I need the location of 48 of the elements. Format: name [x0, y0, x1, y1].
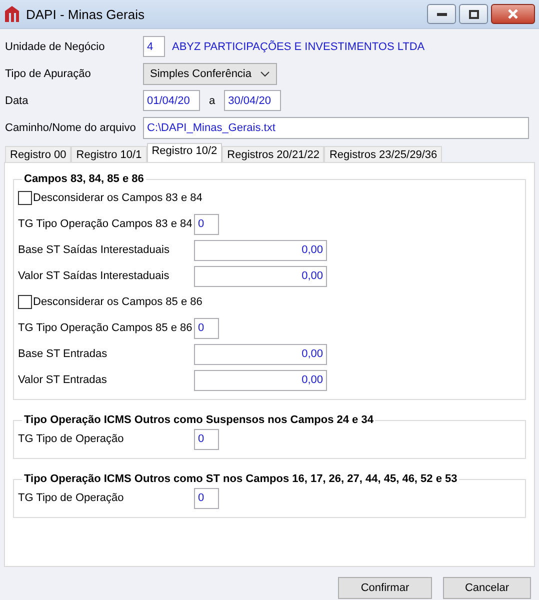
tab[interactable]: Registros 20/21/22 — [222, 146, 324, 162]
field-label: TG Tipo de Operação — [18, 492, 125, 504]
amount-field[interactable]: 0,00 — [194, 266, 327, 286]
field-label: Valor ST Saídas Interestaduais — [18, 270, 170, 282]
group-title: Tipo Operação ICMS Outros como Suspensos nos Campos 24 e 34 — [23, 414, 374, 426]
close-icon — [507, 9, 519, 19]
field-label: TG Tipo Operação Campos 85 e 86 — [18, 322, 194, 334]
field-label: Base ST Saídas Interestaduais — [18, 244, 170, 256]
input-field[interactable]: 0 — [194, 318, 219, 338]
code-field[interactable]: 4 — [143, 36, 165, 57]
confirm-button[interactable]: Confirmar — [338, 577, 432, 599]
maximize-button[interactable] — [459, 4, 488, 24]
window-title: DAPI - Minas Gerais — [26, 6, 146, 22]
group-title: Tipo Operação ICMS Outros como ST nos Campos 16, 17, 26, 27, 44, 45, 46, 52 e 53 — [23, 473, 458, 485]
range-separator: a — [209, 94, 216, 106]
chevron-icon — [260, 70, 270, 76]
tab[interactable]: Registro 10/2 — [146, 143, 222, 162]
file-path-field[interactable]: C:\DAPI_Minas_Gerais.txt — [143, 116, 529, 138]
tab[interactable]: Registro 10/1 — [71, 146, 147, 162]
amount-field[interactable]: 0,00 — [194, 240, 327, 260]
maximize-icon — [468, 10, 478, 18]
field-label: Caminho/Nome do arquivo — [5, 122, 137, 134]
field-label: Data — [5, 94, 30, 106]
date-field[interactable]: 30/04/20 — [224, 90, 282, 111]
minimize-button[interactable] — [427, 4, 456, 24]
checkbox[interactable]: Desconsiderar os Campos 85 e 86 — [18, 295, 202, 309]
field-label: Valor ST Entradas — [18, 374, 108, 386]
minimize-icon — [436, 12, 446, 16]
field-label: Unidade de Negócio — [5, 40, 106, 52]
close-button[interactable] — [491, 4, 535, 24]
tab[interactable]: Registros 23/25/29/36 — [324, 146, 442, 162]
field-label: TG Tipo de Operação — [18, 433, 125, 445]
input-field[interactable]: 0 — [194, 488, 219, 508]
checkbox[interactable]: Desconsiderar os Campos 83 e 84 — [18, 191, 202, 205]
input-field[interactable]: 0 — [194, 428, 219, 450]
amount-field[interactable]: 0,00 — [194, 344, 327, 364]
field-label: Tipo de Apuração — [5, 68, 92, 80]
group-title: Campos 83, 84, 85 e 86 — [23, 173, 145, 185]
field-label: Base ST Entradas — [18, 348, 108, 360]
field-label: TG Tipo Operação Campos 83 e 84 — [18, 218, 194, 230]
app-logo-icon — [4, 5, 20, 23]
company-name: ABYZ PARTICIPAÇÕES E INVESTIMENTOS LTDA — [172, 40, 425, 52]
cancel-button[interactable]: Cancelar — [443, 577, 531, 599]
input-field[interactable]: 0 — [194, 214, 219, 234]
tab[interactable]: Registro 00 — [5, 146, 72, 162]
amount-field[interactable]: 0,00 — [194, 370, 327, 390]
date-field[interactable]: 01/04/20 — [143, 90, 200, 111]
type-dropdown[interactable]: Simples Conferência — [143, 62, 277, 84]
